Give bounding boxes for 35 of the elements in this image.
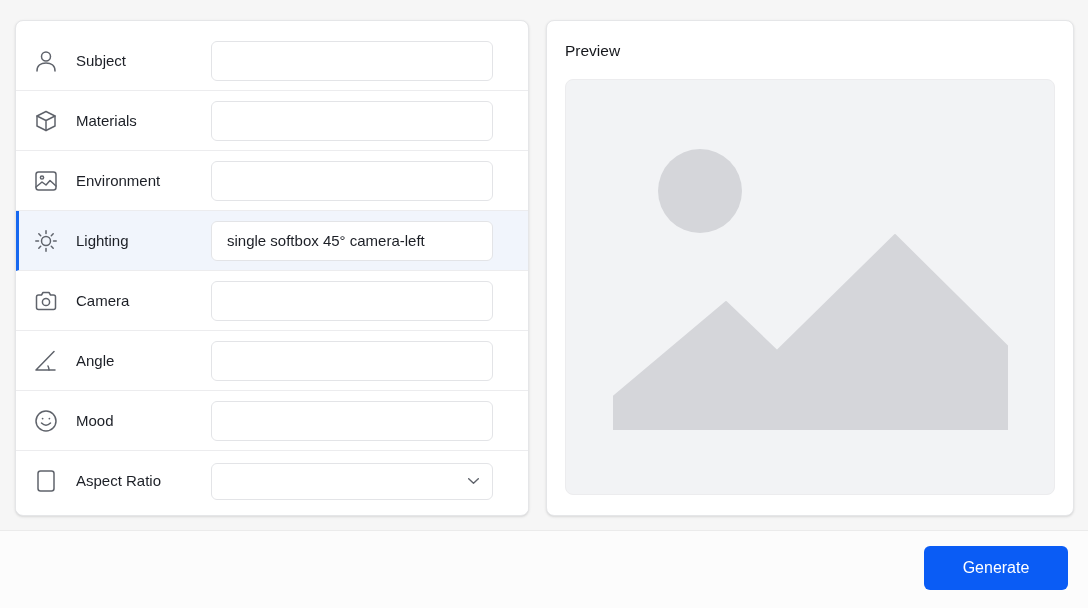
field-label: Camera <box>76 290 130 311</box>
form-row[interactable]: Subject <box>16 31 528 91</box>
cube-icon <box>35 109 57 132</box>
form-row[interactable]: Materials <box>16 91 528 151</box>
field-label: Mood <box>76 410 114 431</box>
field-label: Lighting <box>76 230 129 251</box>
form-row[interactable]: Aspect Ratio <box>16 451 528 511</box>
text-field[interactable] <box>211 400 493 441</box>
text-field[interactable] <box>211 40 493 81</box>
form-row[interactable]: Camera <box>16 271 528 331</box>
text-field[interactable] <box>211 280 493 321</box>
dropdown-field[interactable] <box>211 462 493 500</box>
image-icon <box>35 169 57 192</box>
generate-button[interactable]: Generate <box>924 546 1068 590</box>
form-row[interactable]: Angle <box>16 331 528 391</box>
field-label: Materials <box>76 110 137 131</box>
user-icon <box>35 49 57 72</box>
field-label: Angle <box>76 350 115 371</box>
form-row[interactable]: Lighting single softbox 45° camera-left <box>16 211 528 271</box>
text-field[interactable] <box>211 160 493 201</box>
field-label: Subject <box>76 50 127 71</box>
preview-title: Preview <box>565 41 621 61</box>
smiley-icon <box>35 409 57 432</box>
text-field[interactable] <box>211 100 493 141</box>
form-row[interactable]: Environment <box>16 151 528 211</box>
field-label: Aspect Ratio <box>76 471 162 491</box>
angle-icon <box>35 349 57 372</box>
text-field[interactable] <box>211 340 493 381</box>
rectangle-icon <box>35 470 57 492</box>
chevron-down-icon <box>468 478 479 484</box>
sun-icon <box>35 229 57 252</box>
camera-icon <box>35 289 57 312</box>
form-row[interactable]: Mood <box>16 391 528 451</box>
text-field[interactable]: single softbox 45° camera-left <box>211 220 493 261</box>
field-label: Environment <box>76 170 161 191</box>
